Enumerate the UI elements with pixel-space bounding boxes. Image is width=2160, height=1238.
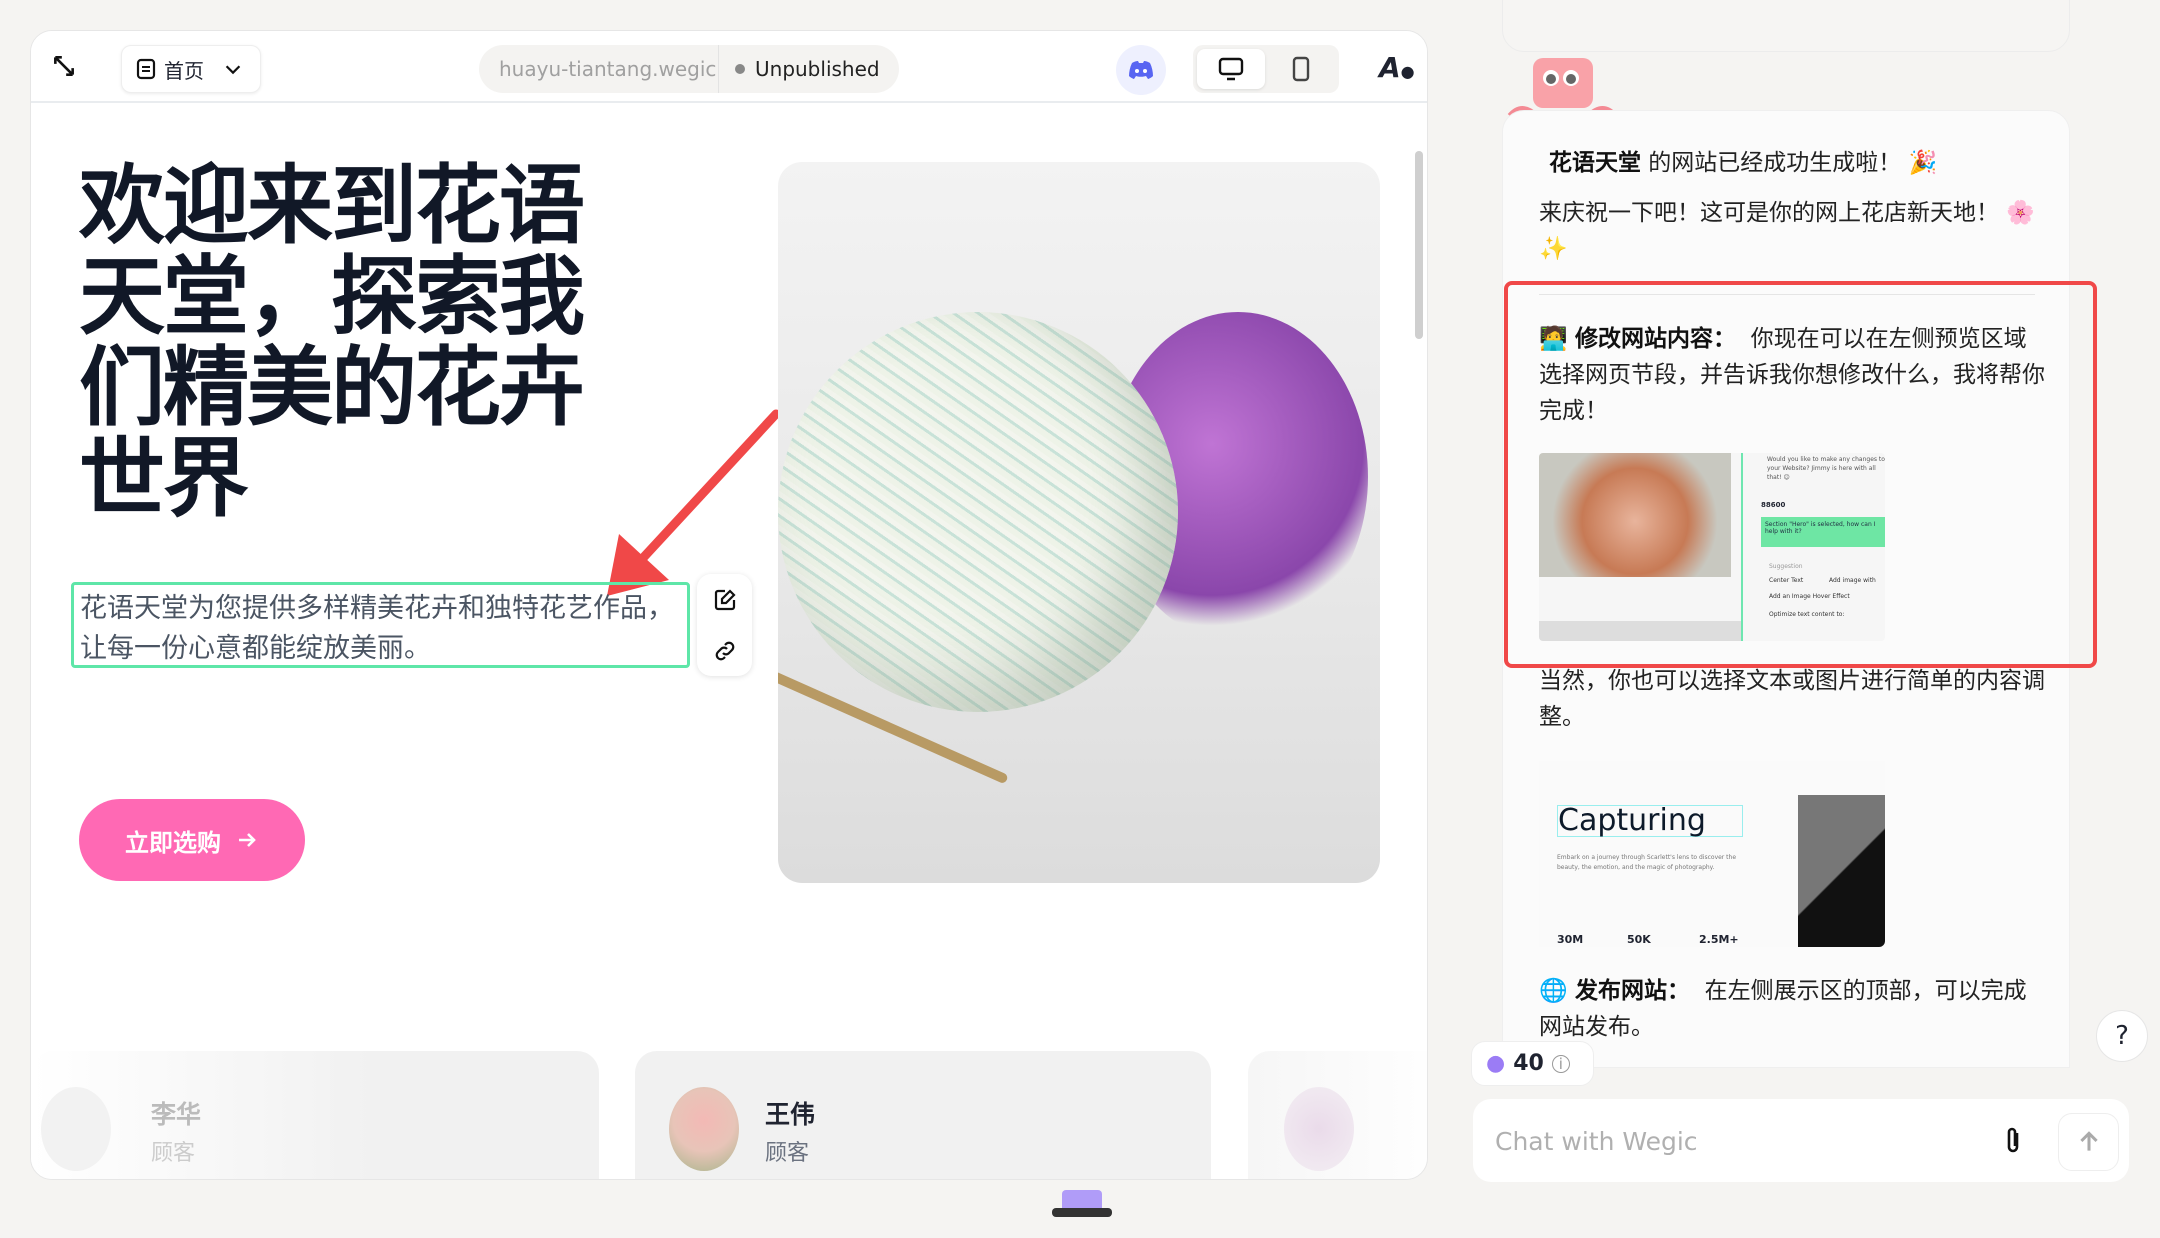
device-toggle	[1193, 45, 1339, 93]
publish-status: Unpublished	[755, 57, 880, 81]
site-url[interactable]: huayu-tiantang.wegic.ai	[479, 45, 719, 93]
hero-description-selected[interactable]: 花语天堂为您提供多样精美花卉和独特花艺作品，让每一份心意都能绽放美丽。	[71, 582, 690, 668]
status-dot-icon	[735, 64, 745, 74]
shop-now-button[interactable]: 立即选购	[79, 799, 305, 881]
testimonial-role: 顾客	[765, 1141, 810, 1166]
mascot-small-icon	[1052, 1190, 1112, 1217]
preview-scrollbar[interactable]	[1415, 151, 1423, 339]
globe-icon: 🌐	[1539, 978, 1568, 1004]
avatar	[41, 1087, 111, 1171]
help-button[interactable]: ?	[2096, 1010, 2148, 1062]
site-url-status-pill[interactable]: huayu-tiantang.wegic.ai Unpublished	[479, 45, 899, 93]
celebrate-message: 来庆祝一下吧！这可是你的网上花店新天地！ 🌸 ✨	[1539, 200, 2035, 262]
page-label: 首页	[164, 58, 204, 83]
avatar	[669, 1087, 739, 1171]
hero-title[interactable]: 欢迎来到花语天堂，探索我们精美的花卉世界	[79, 161, 639, 525]
annotation-highlight-box	[1504, 281, 2097, 668]
hero-image-yarn-flowers[interactable]	[778, 162, 1380, 883]
preview-toolbar: 首页 huayu-tiantang.wegic.ai Unpublished A…	[31, 31, 1427, 103]
testimonial-name: 王伟	[765, 1100, 816, 1129]
desktop-view-button[interactable]	[1197, 49, 1265, 89]
mobile-icon	[1292, 56, 1310, 82]
attachment-icon[interactable]	[2001, 1125, 2025, 1157]
mobile-view-button[interactable]	[1267, 49, 1335, 89]
testimonial-card: 王伟 顾客	[635, 1051, 1211, 1179]
send-button[interactable]	[2058, 1113, 2119, 1171]
chat-input[interactable]	[1495, 1119, 1975, 1163]
website-preview-panel: 首页 huayu-tiantang.wegic.ai Unpublished A…	[30, 30, 1428, 1180]
credits-count: 40	[1513, 1051, 1544, 1076]
discord-button[interactable]	[1116, 45, 1166, 95]
publish-instructions: 🌐 发布网站： 在左侧展示区的顶部，可以完成网站发布。	[1539, 978, 2027, 1040]
potion-icon: ●	[1486, 1051, 1506, 1076]
arrow-right-icon	[239, 833, 256, 847]
info-icon[interactable]: i	[1551, 1054, 1570, 1073]
link-icon[interactable]	[713, 639, 737, 663]
chevron-down-icon	[225, 65, 241, 75]
credits-badge[interactable]: ● 40 i	[1471, 1041, 1594, 1086]
text-edit-demo-image: Capturing Embark on a journey through Sc…	[1539, 761, 1885, 947]
testimonial-role: 顾客	[151, 1141, 196, 1166]
edit-icon[interactable]	[713, 588, 737, 612]
page-icon	[136, 58, 156, 80]
testimonial-card	[1248, 1051, 1427, 1179]
collapse-icon[interactable]	[51, 53, 77, 83]
previous-message-card	[1502, 0, 2070, 52]
success-message: 花语天堂 的网站已经成功生成啦！ 🎉	[1549, 150, 1938, 176]
arrow-up-icon	[2079, 1131, 2098, 1151]
avatar	[1284, 1087, 1354, 1171]
section-tools	[697, 574, 752, 676]
annotation-arrow-icon	[607, 409, 781, 596]
shop-now-label: 立即选购	[125, 828, 221, 857]
desktop-icon	[1218, 57, 1244, 81]
testimonial-card: 李华 顾客	[31, 1051, 599, 1179]
testimonial-name: 李华	[151, 1100, 202, 1129]
discord-icon	[1129, 61, 1153, 79]
chat-input-container	[1473, 1099, 2129, 1182]
adjust-message: 当然，你也可以选择文本或图片进行简单的内容调整。	[1539, 668, 2045, 730]
font-style-icon[interactable]: A●	[1379, 51, 1415, 84]
page-selector-dropdown[interactable]: 首页	[121, 45, 261, 93]
